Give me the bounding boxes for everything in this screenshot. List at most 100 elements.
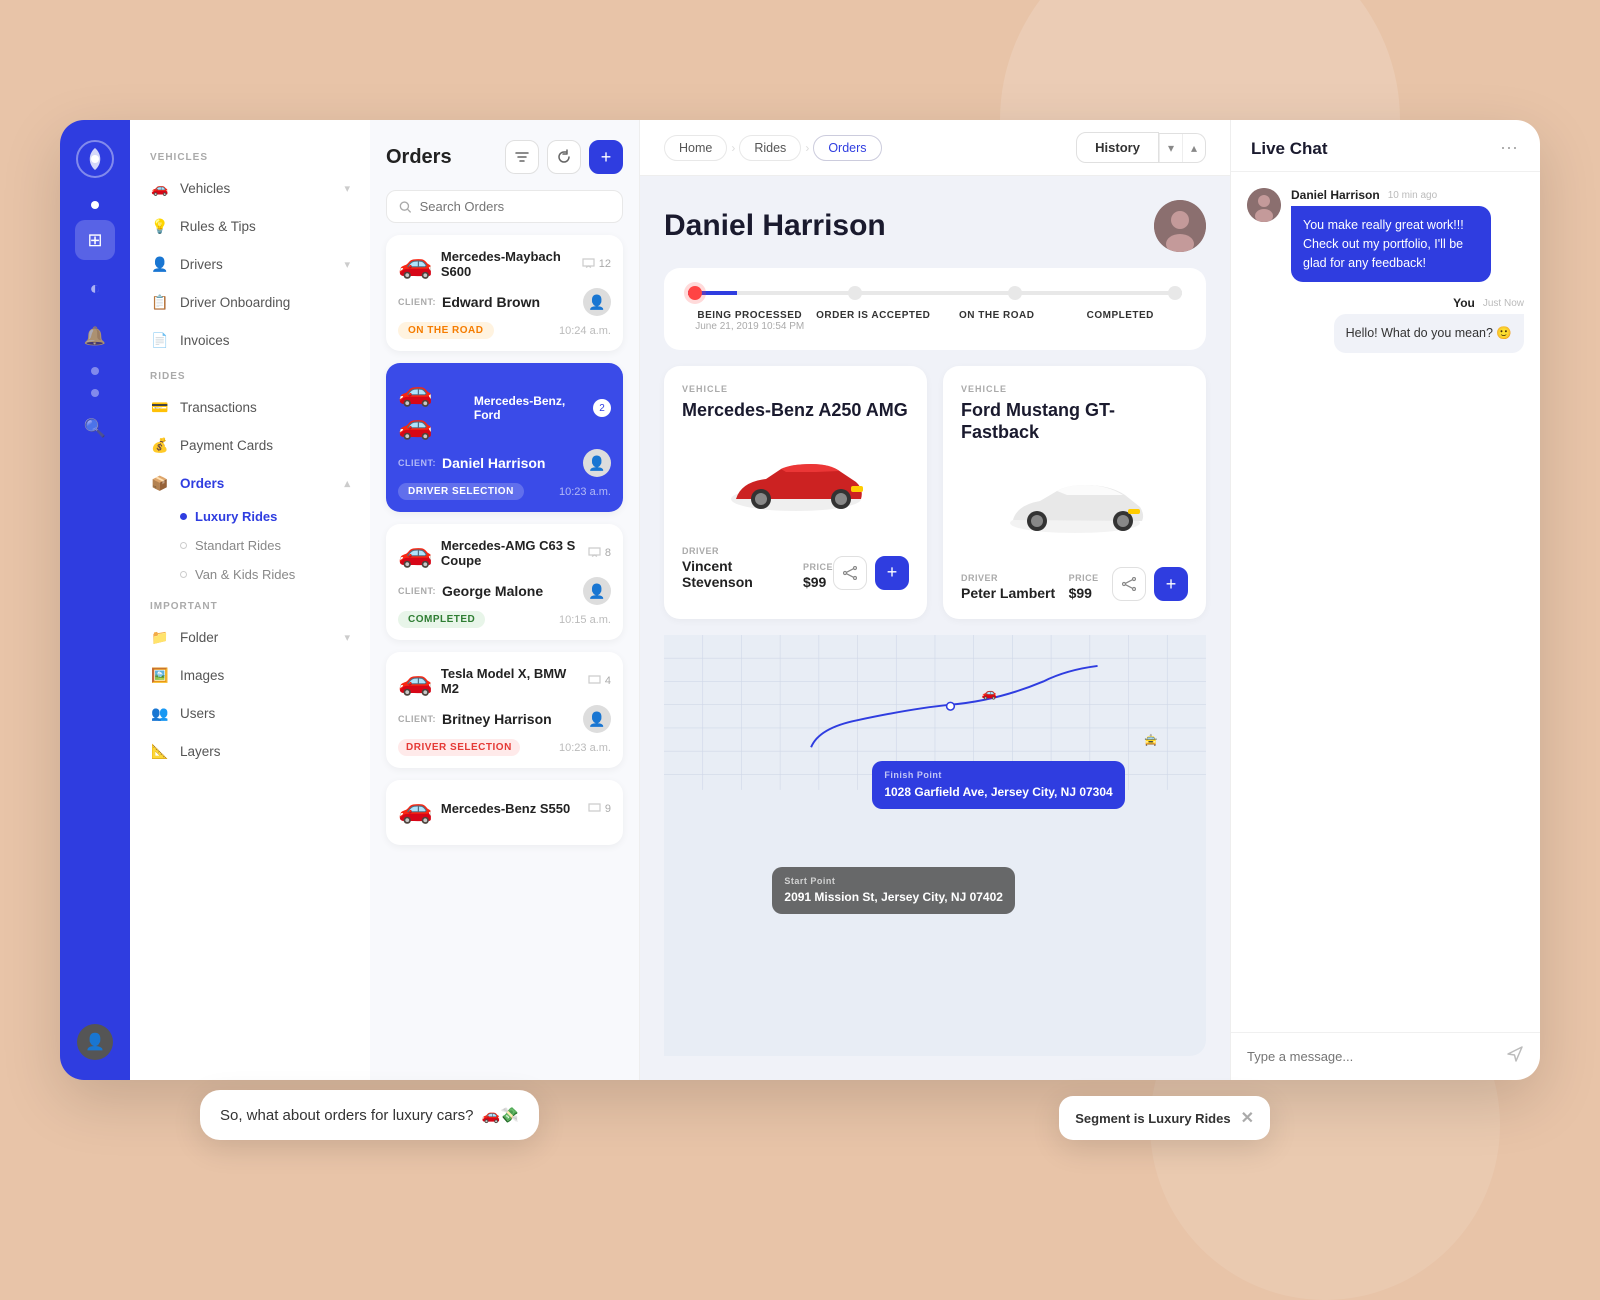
- breadcrumb-home[interactable]: Home: [664, 135, 727, 161]
- chat-title: Live Chat: [1251, 139, 1328, 159]
- live-chat-panel: Live Chat ⋯ Daniel Harrison 10 min ago: [1230, 120, 1540, 1080]
- vehicle-1-price: PRICE $99: [803, 562, 833, 590]
- sidebar-item-images[interactable]: 🖼️ Images: [130, 656, 370, 694]
- filter-button[interactable]: [505, 140, 539, 174]
- sidebar-item-payment[interactable]: 💰 Payment Cards: [130, 426, 370, 464]
- vehicle-1-driver: DRIVER Vincent Stevenson: [682, 546, 803, 590]
- vehicle-2-price: PRICE $99: [1069, 573, 1099, 601]
- user-name: Daniel Harrison: [664, 209, 886, 243]
- vehicle-cards-row: VEHICLE Mercedes-Benz A250 AMG: [664, 366, 1206, 619]
- vehicle-1-details: DRIVER Vincent Stevenson PRICE $99 +: [682, 546, 909, 590]
- sidebar-item-transactions[interactable]: 💳 Transactions: [130, 388, 370, 426]
- sidebar-menu: VEHICLES 🚗 Vehicles ▾ 💡 Rules & Tips 👤 D…: [130, 120, 370, 1080]
- layers-icon: 📐: [150, 741, 170, 761]
- main-content: Home › Rides › Orders History ▾ ▴ Daniel…: [640, 120, 1230, 1080]
- sidebar-item-rules[interactable]: 💡 Rules & Tips: [130, 207, 370, 245]
- nav-icon-moon[interactable]: ◐: [75, 268, 115, 308]
- vehicle-2-details: DRIVER Peter Lambert PRICE $99 +: [961, 567, 1188, 601]
- vehicle-1-share-btn[interactable]: [833, 556, 867, 590]
- detail-header: Daniel Harrison: [664, 200, 1206, 252]
- sidebar-item-users[interactable]: 👥 Users: [130, 694, 370, 732]
- status-badge-1: ON THE ROAD: [398, 322, 494, 339]
- step-label-4: COMPLETED: [1059, 310, 1183, 332]
- nav-icon-bell[interactable]: 🔔: [75, 316, 115, 356]
- order-card-2[interactable]: 🚗🚗 Mercedes-Benz, Ford 2 CLIENT: Daniel …: [386, 363, 623, 512]
- chevron-down-btn[interactable]: ▾: [1159, 134, 1182, 162]
- sidebar-item-invoices[interactable]: 📄 Invoices: [130, 321, 370, 359]
- status-badge-4: DRIVER SELECTION: [398, 739, 520, 756]
- step-dot-1: [688, 286, 702, 300]
- order-card-5[interactable]: 🚗 Mercedes-Benz S550 9: [386, 780, 623, 845]
- nav-dot-2: [91, 367, 99, 375]
- sidebar-item-vehicles[interactable]: 🚗 Vehicles ▾: [130, 169, 370, 207]
- map-start-pin: Start Point 2091 Mission St, Jersey City…: [772, 867, 1015, 914]
- floating-chat-bubble: So, what about orders for luxury cars? 🚗…: [200, 1090, 539, 1140]
- chat-options-btn[interactable]: ⋯: [1500, 138, 1520, 159]
- orders-panel: Orders + 🚗 Mercedes-Maybach S600: [370, 120, 640, 1080]
- client-avatar-2: 👤: [583, 449, 611, 477]
- app-logo[interactable]: [76, 140, 114, 178]
- chat-message-2: You Just Now Hello! What do you mean? 🙂: [1247, 296, 1524, 353]
- orders-header: Orders +: [386, 140, 623, 174]
- chat-input[interactable]: [1247, 1049, 1496, 1064]
- chevron-up-btn[interactable]: ▴: [1182, 134, 1205, 162]
- drivers-icon: 👤: [150, 254, 170, 274]
- search-box[interactable]: [386, 190, 623, 223]
- sidebar-item-layers[interactable]: 📐 Layers: [130, 732, 370, 770]
- sidebar-item-folder[interactable]: 📁 Folder ▾: [130, 618, 370, 656]
- sidebar-sub-luxury[interactable]: Luxury Rides: [130, 502, 370, 531]
- segment-close-btn[interactable]: ✕: [1241, 1108, 1254, 1128]
- user-avatar-nav[interactable]: 👤: [77, 1024, 113, 1060]
- orders-icon: 📦: [150, 473, 170, 493]
- sidebar-sub-standart[interactable]: Standart Rides: [130, 531, 370, 560]
- chevron-down-icon3: ▾: [344, 631, 350, 644]
- section-vehicles-label: VEHICLES: [130, 140, 370, 169]
- chat-send-btn[interactable]: [1506, 1045, 1524, 1068]
- rules-icon: 💡: [150, 216, 170, 236]
- step-label-2: ORDER IS ACCEPTED: [812, 310, 936, 332]
- chat-text-1: You make really great work!!! Check out …: [1291, 206, 1491, 282]
- sidebar-sub-vankids[interactable]: Van & Kids Rides: [130, 560, 370, 589]
- vehicle-img-1: [682, 434, 909, 534]
- add-order-button[interactable]: +: [589, 140, 623, 174]
- breadcrumb-rides[interactable]: Rides: [739, 135, 801, 161]
- vehicle-1-add-btn[interactable]: +: [875, 556, 909, 590]
- images-icon: 🖼️: [150, 665, 170, 685]
- history-chevrons: ▾ ▴: [1159, 133, 1206, 163]
- users-icon: 👥: [150, 703, 170, 723]
- chevron-up-icon: ▴: [344, 477, 350, 490]
- breadcrumb-orders[interactable]: Orders: [813, 135, 881, 161]
- svg-text:🚖: 🚖: [1144, 734, 1157, 747]
- history-button[interactable]: History: [1076, 132, 1159, 163]
- content-area: Daniel Harrison: [640, 176, 1230, 1080]
- refresh-button[interactable]: [547, 140, 581, 174]
- nav-icon-search[interactable]: 🔍: [75, 408, 115, 448]
- step-dot-3: [1008, 286, 1022, 300]
- order-card-1[interactable]: 🚗 Mercedes-Maybach S600 12 CLIENT: Edwar…: [386, 235, 623, 351]
- sidebar-item-onboarding[interactable]: 📋 Driver Onboarding: [130, 283, 370, 321]
- vehicle-1-btns: +: [833, 556, 909, 590]
- chevron-down-icon: ▾: [344, 258, 350, 271]
- chat-header: Live Chat ⋯: [1231, 120, 1540, 172]
- vehicle-2-add-btn[interactable]: +: [1154, 567, 1188, 601]
- search-input[interactable]: [420, 199, 610, 214]
- vehicle-card-2: VEHICLE Ford Mustang GT-Fastback: [943, 366, 1206, 619]
- order-card-4[interactable]: 🚗 Tesla Model X, BMW M2 4 CLIENT: Britne…: [386, 652, 623, 768]
- order-card-3[interactable]: 🚗 Mercedes-AMG C63 S Coupe 8 CLIENT: Geo…: [386, 524, 623, 640]
- status-badge-3: COMPLETED: [398, 611, 485, 628]
- client-avatar-4: 👤: [583, 705, 611, 733]
- vehicle-2-share-btn[interactable]: [1112, 567, 1146, 601]
- transactions-icon: 💳: [150, 397, 170, 417]
- chat-bubble-2: You Just Now Hello! What do you mean? 🙂: [1334, 296, 1524, 353]
- svg-text:🚗: 🚗: [981, 686, 996, 700]
- section-rides-label: RIDES: [130, 359, 370, 388]
- sidebar-item-orders[interactable]: 📦 Orders ▴: [130, 464, 370, 502]
- chat-messages: Daniel Harrison 10 min ago You make real…: [1231, 172, 1540, 1032]
- sidebar-item-drivers[interactable]: 👤 Drivers ▾: [130, 245, 370, 283]
- payment-icon: 💰: [150, 435, 170, 455]
- section-important-label: IMPORTANT: [130, 589, 370, 618]
- chat-message-1: Daniel Harrison 10 min ago You make real…: [1247, 188, 1524, 282]
- nav-icon-grid[interactable]: ⊞: [75, 220, 115, 260]
- orders-actions: +: [505, 140, 623, 174]
- vehicle-2-driver: DRIVER Peter Lambert: [961, 573, 1055, 601]
